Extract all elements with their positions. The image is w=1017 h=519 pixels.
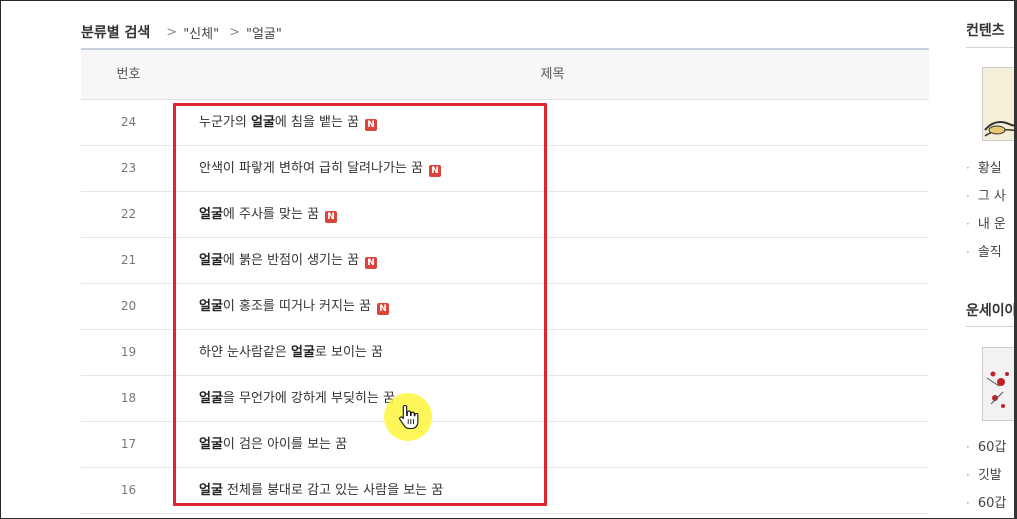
sidebar-thumbnail[interactable]: [982, 347, 1017, 421]
row-number: 18: [120, 391, 137, 405]
row-number: 16: [120, 483, 137, 497]
breadcrumb-item-face[interactable]: "얼굴": [246, 23, 282, 42]
row-number: 20: [120, 299, 137, 313]
row-number: 19: [120, 345, 137, 359]
sidebar-heading-contents: 컨텐츠: [966, 23, 1005, 39]
sidebar-divider: [966, 47, 1017, 48]
illustration-icon: [983, 68, 1017, 140]
illustration-icon: [983, 348, 1017, 420]
column-header-title: 제목: [540, 67, 565, 82]
row-number: 17: [120, 437, 137, 451]
sidebar-link[interactable]: 60갑: [966, 489, 1007, 517]
sidebar-link[interactable]: 솔직: [966, 238, 1006, 266]
hand-pointer-icon: [399, 404, 419, 430]
sidebar-link[interactable]: 깃발: [966, 461, 1006, 489]
row-number: 23: [120, 161, 137, 175]
sidebar-list-fortune: 60갑 깃발 60갑: [966, 433, 1007, 517]
row-number: 21: [120, 253, 137, 267]
sidebar-link[interactable]: 황실: [966, 154, 1006, 182]
sidebar-divider: [966, 326, 1017, 327]
sidebar-link[interactable]: 60갑: [966, 433, 1007, 461]
sidebar-thumbnail[interactable]: [982, 67, 1017, 141]
breadcrumb-title: 분류별 검색: [81, 25, 151, 41]
row-number: 22: [120, 207, 137, 221]
breadcrumb-separator: >: [229, 24, 240, 40]
sidebar-heading-fortune: 운세이야: [966, 303, 1017, 319]
column-header-number: 번호: [116, 67, 141, 82]
highlight-annotation-box: [173, 103, 547, 506]
row-number: 24: [120, 115, 137, 129]
breadcrumb-separator: >: [166, 24, 178, 40]
breadcrumb-item-body[interactable]: "신체": [183, 23, 219, 42]
sidebar-link[interactable]: 그 사: [966, 182, 1006, 210]
table-header: 번호 제목: [81, 50, 929, 100]
breadcrumb: 분류별 검색 > "신체" > "얼굴": [81, 20, 282, 44]
sidebar-link[interactable]: 내 운: [966, 210, 1006, 238]
right-sidebar: 컨텐츠 황실 그 사 내 운 솔직 운세이야 60갑 깃발 60갑: [966, 0, 1017, 519]
sidebar-list-contents: 황실 그 사 내 운 솔직: [966, 154, 1006, 266]
